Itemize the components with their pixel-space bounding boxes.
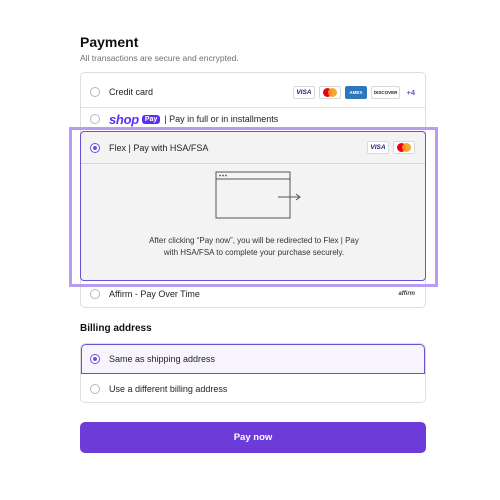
- credit-card-radio[interactable]: [90, 87, 100, 97]
- payment-subtitle: All transactions are secure and encrypte…: [80, 53, 239, 63]
- shop-pay-logo: shop: [109, 111, 139, 127]
- billing-different-radio[interactable]: [90, 384, 100, 394]
- payment-option-credit-card[interactable]: Credit card VISA AMEX DISCOVER +4: [81, 77, 425, 107]
- redirect-message: After clicking “Pay now”, you will be re…: [149, 236, 359, 257]
- payment-title: Payment: [80, 34, 139, 50]
- affirm-label: Affirm - Pay Over Time: [109, 289, 200, 299]
- payment-option-affirm[interactable]: Affirm - Pay Over Time affirm: [81, 281, 425, 307]
- payment-option-flex[interactable]: Flex | Pay with HSA/FSA VISA After click…: [80, 131, 426, 281]
- billing-option-different[interactable]: Use a different billing address: [81, 374, 425, 402]
- more-cards-count: +4: [406, 87, 415, 97]
- billing-different-label: Use a different billing address: [109, 384, 228, 394]
- discover-logo-icon: DISCOVER: [370, 85, 401, 99]
- billing-options-box: Same as shipping address Use a different…: [80, 343, 426, 403]
- shop-pay-label: | Pay in full or in installments: [164, 114, 279, 124]
- billing-title: Billing address: [80, 323, 152, 334]
- credit-card-label: Credit card: [109, 87, 154, 97]
- visa-logo-icon: VISA: [292, 85, 315, 99]
- shop-pay-radio[interactable]: [90, 114, 100, 124]
- mastercard-logo-icon: [318, 85, 341, 99]
- flex-label: Flex | Pay with HSA/FSA: [109, 142, 209, 153]
- affirm-radio[interactable]: [90, 289, 100, 299]
- card-brand-badges: VISA AMEX DISCOVER +4: [292, 85, 415, 99]
- affirm-logo-icon: affirm: [398, 291, 415, 297]
- billing-option-same[interactable]: Same as shipping address: [81, 344, 425, 374]
- pay-now-button[interactable]: Pay now: [80, 422, 426, 453]
- billing-same-radio[interactable]: [90, 354, 100, 364]
- flex-radio[interactable]: [90, 142, 100, 153]
- flex-card-badges: VISA: [367, 141, 415, 154]
- shop-pay-chip: Pay: [141, 114, 161, 124]
- payment-option-shop-pay[interactable]: shop Pay | Pay in full or in installment…: [81, 107, 425, 131]
- mastercard-logo-icon: [393, 141, 415, 154]
- visa-logo-icon: VISA: [367, 141, 389, 154]
- billing-same-label: Same as shipping address: [109, 354, 216, 364]
- redirect-browser-icon: [215, 171, 301, 219]
- amex-logo-icon: AMEX: [344, 85, 367, 99]
- flex-header[interactable]: Flex | Pay with HSA/FSA VISA: [81, 132, 425, 164]
